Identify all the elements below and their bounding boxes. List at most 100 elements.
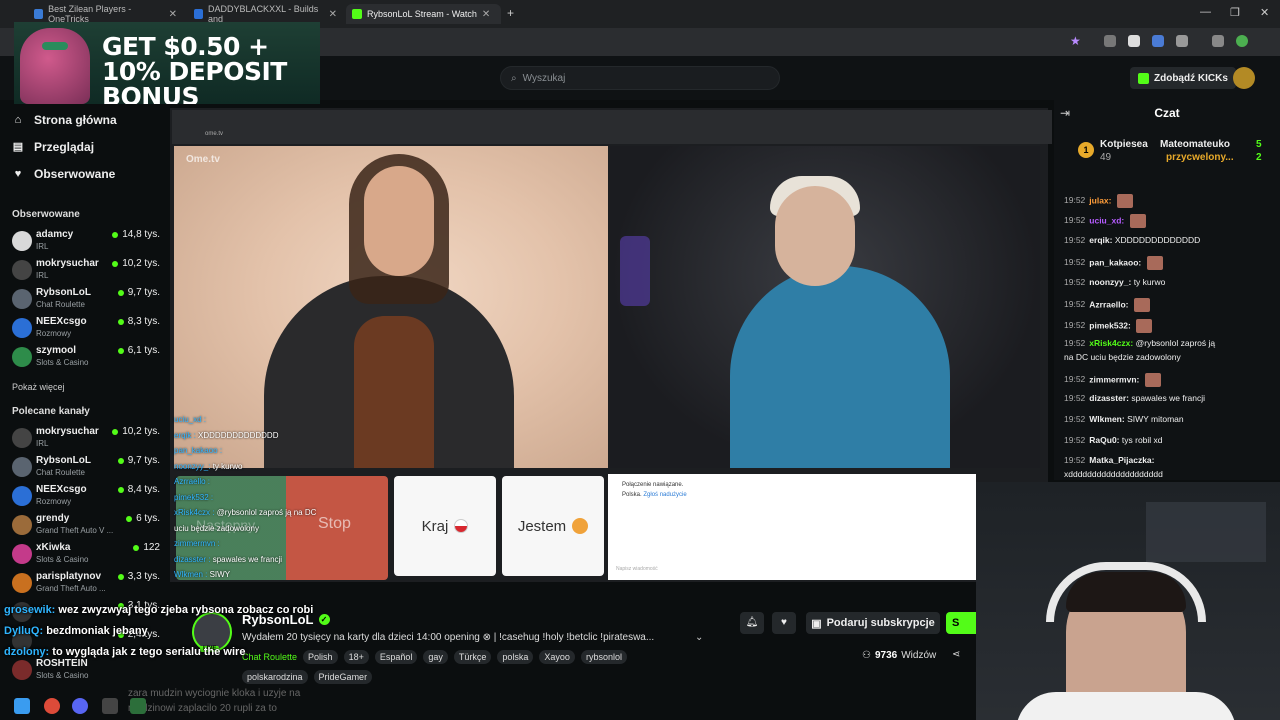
- channel-viewers: 14,8 tys.: [112, 229, 160, 240]
- get-kicks-button[interactable]: Zdobądź KICKs: [1130, 67, 1236, 89]
- channel-category: Slots & Casino: [36, 555, 89, 564]
- heart-follow-icon[interactable]: ♥: [772, 612, 796, 634]
- channel-item[interactable]: szymool Slots & Casino 6,1 tys.: [12, 345, 160, 373]
- chat-username[interactable]: RaQu0:: [1089, 435, 1119, 445]
- overlay-chat-line: zimmermvn :: [174, 539, 220, 548]
- live-dot-icon: [112, 428, 119, 435]
- app-taskbar-icon[interactable]: [102, 698, 118, 714]
- chat-timestamp: 19:52: [1064, 195, 1086, 206]
- channel-item[interactable]: RybsonLoL Chat Roulette 9,7 tys.: [12, 287, 160, 315]
- chat-username[interactable]: dizasster:: [1089, 393, 1129, 403]
- new-tab-button[interactable]: +: [507, 6, 514, 20]
- browser-tab-active[interactable]: RybsonLoL Stream - Watch ✕: [346, 4, 501, 24]
- chevron-down-icon[interactable]: ⌄: [695, 632, 703, 643]
- gifter-name[interactable]: Kotpiesea: [1100, 139, 1148, 150]
- connection-message: Połączenie nawiązane. Polska. Zgłoś naduż…: [622, 482, 687, 498]
- extensions-puzzle-icon[interactable]: [1176, 35, 1188, 47]
- close-tab-icon[interactable]: ✕: [329, 9, 337, 20]
- chat-username[interactable]: pimek532:: [1089, 320, 1131, 330]
- ad-banner[interactable]: GET $0.50 + 10% DEPOSIT BONUS: [14, 22, 320, 104]
- channel-item[interactable]: NEEXcsgo Rozmowy 8,3 tys.: [12, 316, 160, 344]
- user-avatar[interactable]: [1233, 67, 1255, 89]
- chat-username[interactable]: zimmermvn:: [1089, 374, 1139, 384]
- profile-icon[interactable]: [1236, 35, 1248, 47]
- chrome-taskbar-icon[interactable]: [44, 698, 60, 714]
- notification-bell-icon[interactable]: 🔔︎: [740, 612, 764, 634]
- channel-item[interactable]: adamcy IRL 14,8 tys.: [12, 229, 160, 257]
- channel-item[interactable]: NEEXcsgo Rozmowy 8,4 tys.: [12, 484, 160, 512]
- ometv-message-input[interactable]: Napisz wiadomość: [616, 566, 658, 572]
- stream-tag[interactable]: Türkçe: [453, 650, 492, 664]
- close-tab-icon[interactable]: ✕: [482, 9, 490, 20]
- stream-tag[interactable]: 18+: [343, 650, 369, 664]
- channel-name: mokrysuchar: [36, 258, 99, 269]
- gift-sub-button[interactable]: ▣ Podaruj subskrypcje: [806, 612, 940, 634]
- nav-following[interactable]: ♥ Obserwowane: [12, 167, 116, 181]
- kicks-icon: [1138, 72, 1149, 84]
- channel-viewers: 122: [133, 542, 160, 553]
- app-taskbar-icon[interactable]: [130, 698, 146, 714]
- chat-username[interactable]: pan_kakaoo:: [1089, 257, 1141, 267]
- show-more-link[interactable]: Pokaż więcej: [12, 382, 65, 392]
- discord-taskbar-icon[interactable]: [72, 698, 88, 714]
- stream-tag[interactable]: rybsonlol: [580, 650, 627, 664]
- stream-tag[interactable]: Español: [374, 650, 418, 664]
- chat-timestamp: 19:52: [1064, 455, 1086, 465]
- search-input[interactable]: ⌕ Wyszukaj: [500, 66, 780, 90]
- channel-category: IRL: [36, 242, 49, 251]
- close-window-icon[interactable]: ✕: [1260, 6, 1269, 19]
- extension-icon[interactable]: [1128, 35, 1140, 47]
- channel-item[interactable]: grendy Grand Theft Auto V ... 6 tys.: [12, 513, 160, 541]
- channel-item[interactable]: parisplatynov Grand Theft Auto ... 3,3 tys…: [12, 571, 160, 599]
- chat-timestamp: 19:52: [1064, 374, 1086, 385]
- country-button[interactable]: Kraj: [394, 476, 496, 576]
- windows-start-icon[interactable]: [14, 698, 30, 714]
- viewers-icon: ⚇: [862, 650, 871, 661]
- browser-tab[interactable]: Best Zilean Players - OneTricks ✕: [28, 4, 183, 24]
- channel-item[interactable]: RybsonLoL Chat Roulette 9,7 tys.: [12, 455, 160, 483]
- follow-button[interactable]: S: [946, 612, 980, 634]
- stream-tag[interactable]: gay: [423, 650, 448, 664]
- stream-tag[interactable]: polskarodzina: [242, 670, 308, 684]
- chat-timestamp: 19:52: [1064, 414, 1086, 424]
- extension-icon[interactable]: [1104, 35, 1116, 47]
- bookmark-star-icon[interactable]: ★: [1070, 35, 1082, 47]
- channel-avatar: [12, 515, 32, 535]
- chat-username[interactable]: erqik:: [1089, 235, 1112, 245]
- chat-username[interactable]: xRisk4czx:: [1089, 338, 1133, 348]
- chat-username[interactable]: Matka_Pijaczka:: [1089, 455, 1154, 465]
- iam-button[interactable]: Jestem: [502, 476, 604, 576]
- chat-username[interactable]: noonzyy_:: [1089, 277, 1131, 287]
- extension-icon[interactable]: [1152, 35, 1164, 47]
- browser-tab[interactable]: DADDYBLACKXXL - Builds and ✕: [188, 4, 343, 24]
- chat-username[interactable]: Wlkmen:: [1089, 414, 1124, 424]
- nav-home[interactable]: ⌂ Strona główna: [12, 113, 117, 127]
- maximize-icon[interactable]: ❐: [1230, 6, 1240, 19]
- channel-item[interactable]: mokrysuchar IRL 10,2 tys.: [12, 258, 160, 286]
- nav-browse[interactable]: ▤ Przeglądaj: [12, 140, 94, 154]
- gifter-count: 49: [1100, 152, 1112, 163]
- close-tab-icon[interactable]: ✕: [169, 9, 177, 20]
- gifter-name[interactable]: przycwelony...: [1166, 152, 1234, 163]
- live-dot-icon: [117, 318, 124, 325]
- gifter-name[interactable]: Mateomateuko: [1160, 139, 1230, 150]
- channel-name: grendy: [36, 513, 70, 524]
- chat-username[interactable]: uciu_xd:: [1089, 215, 1124, 225]
- channel-item[interactable]: xKiwka Slots & Casino 122: [12, 542, 160, 570]
- minimize-icon[interactable]: —: [1200, 6, 1211, 18]
- stream-overlay-chat-faded: zara mudzin wyciognie kloka i uzyje na mu…: [128, 686, 300, 716]
- stream-tag[interactable]: Polish: [303, 650, 338, 664]
- stream-tag[interactable]: polska: [497, 650, 534, 664]
- stream-tag[interactable]: Xayoo: [539, 650, 575, 664]
- channel-item[interactable]: mokrysuchar IRL 10,2 tys.: [12, 426, 160, 454]
- gift-icon: ▣: [811, 617, 822, 630]
- chat-title: Czat: [1154, 106, 1180, 120]
- sidebar-toggle-icon[interactable]: [1212, 35, 1224, 47]
- chat-username[interactable]: Azrraello:: [1089, 299, 1128, 309]
- share-icon[interactable]: ⋖: [952, 649, 960, 660]
- report-abuse-link[interactable]: Zgłoś nadużycie: [643, 492, 686, 498]
- stream-tag[interactable]: PrideGamer: [313, 670, 373, 684]
- live-dot-icon: [117, 486, 124, 493]
- streamer-camera: [610, 146, 1040, 468]
- chat-username[interactable]: julax:: [1089, 195, 1111, 205]
